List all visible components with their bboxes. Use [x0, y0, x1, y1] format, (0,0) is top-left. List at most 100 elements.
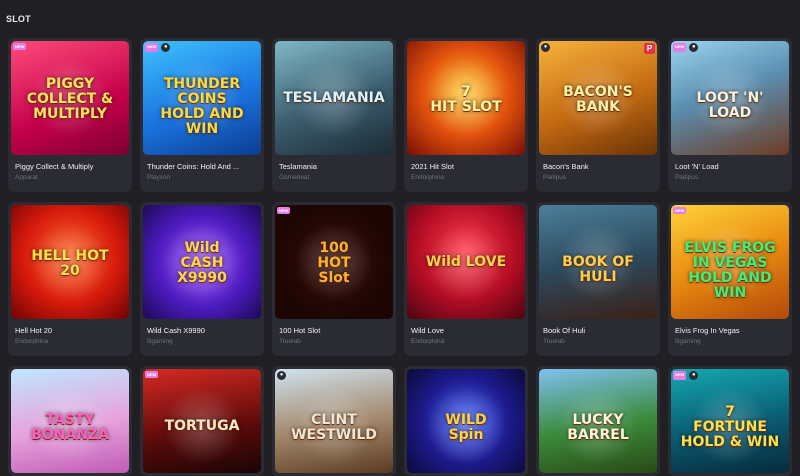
provider-badge: P — [644, 43, 655, 54]
game-art-title: Wild LOVE — [425, 254, 507, 270]
feature-icon: ● — [277, 371, 286, 380]
game-thumbnail[interactable]: THUNDER COINS HOLD AND WIN — [143, 41, 261, 155]
game-provider: Gamebeat — [279, 174, 310, 181]
badge-group: ● — [541, 43, 550, 52]
badge-group: NEW ● — [673, 371, 699, 380]
game-thumbnail[interactable]: 7 FORTUNE HOLD & WIN — [671, 369, 789, 473]
game-art-title: TORTUGA — [164, 418, 240, 434]
game-name[interactable]: 100 Hot Slot — [279, 326, 390, 335]
game-card[interactable]: 7 HIT SLOT 2021 Hit Slot Endorphina — [404, 38, 528, 192]
game-art-title: PIGGY COLLECT & MULTIPLY — [26, 76, 114, 122]
game-card[interactable]: BOOK OF HULI Book Of Huli Truelab — [536, 202, 660, 356]
game-name[interactable]: 2021 Hit Slot — [411, 162, 522, 171]
game-card[interactable]: TESLAMANIA Teslamania Gamebeat — [272, 38, 396, 192]
game-card[interactable]: Wild LOVE Wild Love Endorphina — [404, 202, 528, 356]
game-thumbnail[interactable]: ELVIS FROG IN VEGAS HOLD AND WIN — [671, 205, 789, 319]
new-badge: NEW — [673, 207, 687, 214]
badge-group: NEW — [277, 207, 291, 214]
game-provider: Platipus — [543, 174, 567, 181]
game-card[interactable]: 100 HOT Slot NEW 100 Hot Slot Truelab — [272, 202, 396, 356]
feature-icon: ● — [689, 43, 699, 52]
game-card[interactable]: LUCKY BARREL — [536, 366, 660, 476]
game-provider: Apparat — [15, 174, 38, 181]
game-name[interactable]: Wild Cash X9990 — [147, 326, 258, 335]
game-grid: PIGGY COLLECT & MULTIPLY NEW Piggy Collect… — [8, 38, 798, 476]
game-provider: Endorphina — [411, 174, 445, 181]
game-thumbnail[interactable]: WILD Spin — [407, 369, 525, 473]
game-name[interactable]: Book Of Huli — [543, 326, 654, 335]
badge-group: NEW ● — [673, 43, 699, 52]
game-art-title: TESLAMANIA — [283, 90, 385, 106]
game-card[interactable]: BACON'S BANK ● P Bacon's Bank Platipus — [536, 38, 660, 192]
new-badge: NEW — [673, 371, 687, 380]
game-thumbnail[interactable]: TASTY BONANZA — [11, 369, 129, 473]
game-art-title: ELVIS FROG IN VEGAS HOLD AND WIN — [684, 240, 776, 301]
game-provider: Bgaming — [675, 338, 701, 345]
new-badge: NEW — [145, 371, 159, 378]
game-art-title: LOOT 'N' LOAD — [696, 90, 764, 121]
game-name[interactable]: Piggy Collect & Multiply — [15, 162, 126, 171]
game-thumbnail[interactable]: CLINT WESTWILD — [275, 369, 393, 473]
game-provider: Playson — [147, 174, 171, 181]
game-card[interactable]: WILD Spin — [404, 366, 528, 476]
game-provider: Truelab — [543, 338, 565, 345]
game-card[interactable]: TORTUGA NEW — [140, 366, 264, 476]
game-art-title: BOOK OF HULI — [562, 254, 634, 285]
badge-group: NEW ● — [145, 43, 171, 52]
slot-page: SLOT PIGGY COLLECT & MULTIPLY NEW Piggy Co… — [0, 0, 800, 476]
game-thumbnail[interactable]: LUCKY BARREL — [539, 369, 657, 473]
game-art-title: LUCKY BARREL — [567, 412, 629, 443]
game-art-title: 7 HIT SLOT — [430, 84, 502, 115]
badge-group: ● — [277, 371, 286, 380]
game-thumbnail[interactable]: HELL HOT 20 — [11, 205, 129, 319]
game-card[interactable]: PIGGY COLLECT & MULTIPLY NEW Piggy Collect… — [8, 38, 132, 192]
game-card[interactable]: LOOT 'N' LOAD NEW ● Loot 'N' Load Platipus — [668, 38, 792, 192]
badge-group: NEW — [145, 371, 159, 378]
game-card[interactable]: ELVIS FROG IN VEGAS HOLD AND WIN NEW Elvis… — [668, 202, 792, 356]
game-card[interactable]: 7 FORTUNE HOLD & WIN NEW ● — [668, 366, 792, 476]
section-title: SLOT — [6, 14, 31, 24]
game-provider: Endorphina — [411, 338, 445, 345]
game-provider: Bgaming — [147, 338, 173, 345]
feature-icon: ● — [161, 43, 171, 52]
game-provider: Truelab — [279, 338, 301, 345]
game-thumbnail[interactable]: TORTUGA — [143, 369, 261, 473]
game-provider: Platipus — [675, 174, 699, 181]
game-name[interactable]: Hell Hot 20 — [15, 326, 126, 335]
game-name[interactable]: Elvis Frog In Vegas — [675, 326, 786, 335]
game-thumbnail[interactable]: 7 HIT SLOT — [407, 41, 525, 155]
feature-icon: ● — [541, 43, 550, 52]
game-card[interactable]: Wild CASH X9990 Wild Cash X9990 Bgaming — [140, 202, 264, 356]
game-card[interactable]: CLINT WESTWILD ● — [272, 366, 396, 476]
game-thumbnail[interactable]: 100 HOT Slot — [275, 205, 393, 319]
game-thumbnail[interactable]: PIGGY COLLECT & MULTIPLY — [11, 41, 129, 155]
game-art-title: TASTY BONANZA — [31, 412, 109, 443]
badge-group: NEW — [673, 207, 687, 214]
game-name[interactable]: Bacon's Bank — [543, 162, 654, 171]
badge-group: NEW — [13, 43, 27, 50]
new-badge: NEW — [145, 43, 159, 52]
game-thumbnail[interactable]: TESLAMANIA — [275, 41, 393, 155]
game-thumbnail[interactable]: BOOK OF HULI — [539, 205, 657, 319]
game-art-title: WILD Spin — [445, 412, 487, 443]
game-card[interactable]: TASTY BONANZA — [8, 366, 132, 476]
game-thumbnail[interactable]: LOOT 'N' LOAD — [671, 41, 789, 155]
game-art-title: 7 FORTUNE HOLD & WIN — [680, 404, 780, 450]
game-thumbnail[interactable]: BACON'S BANK — [539, 41, 657, 155]
game-art-title: CLINT WESTWILD — [291, 412, 377, 443]
game-card[interactable]: THUNDER COINS HOLD AND WIN NEW ● Thunder Co… — [140, 38, 264, 192]
game-name[interactable]: Teslamania — [279, 162, 390, 171]
game-name[interactable]: Thunder Coins: Hold And ... — [147, 162, 258, 171]
game-name[interactable]: Wild Love — [411, 326, 522, 335]
game-art-title: 100 HOT Slot — [317, 240, 351, 286]
feature-icon: ● — [689, 371, 699, 380]
new-badge: NEW — [673, 43, 687, 52]
new-badge: NEW — [277, 207, 291, 214]
game-card[interactable]: HELL HOT 20 Hell Hot 20 Endorphina — [8, 202, 132, 356]
game-art-title: BACON'S BANK — [563, 84, 633, 115]
game-thumbnail[interactable]: Wild LOVE — [407, 205, 525, 319]
game-thumbnail[interactable]: Wild CASH X9990 — [143, 205, 261, 319]
game-name[interactable]: Loot 'N' Load — [675, 162, 786, 171]
game-art-title: Wild CASH X9990 — [177, 240, 227, 286]
new-badge: NEW — [13, 43, 27, 50]
